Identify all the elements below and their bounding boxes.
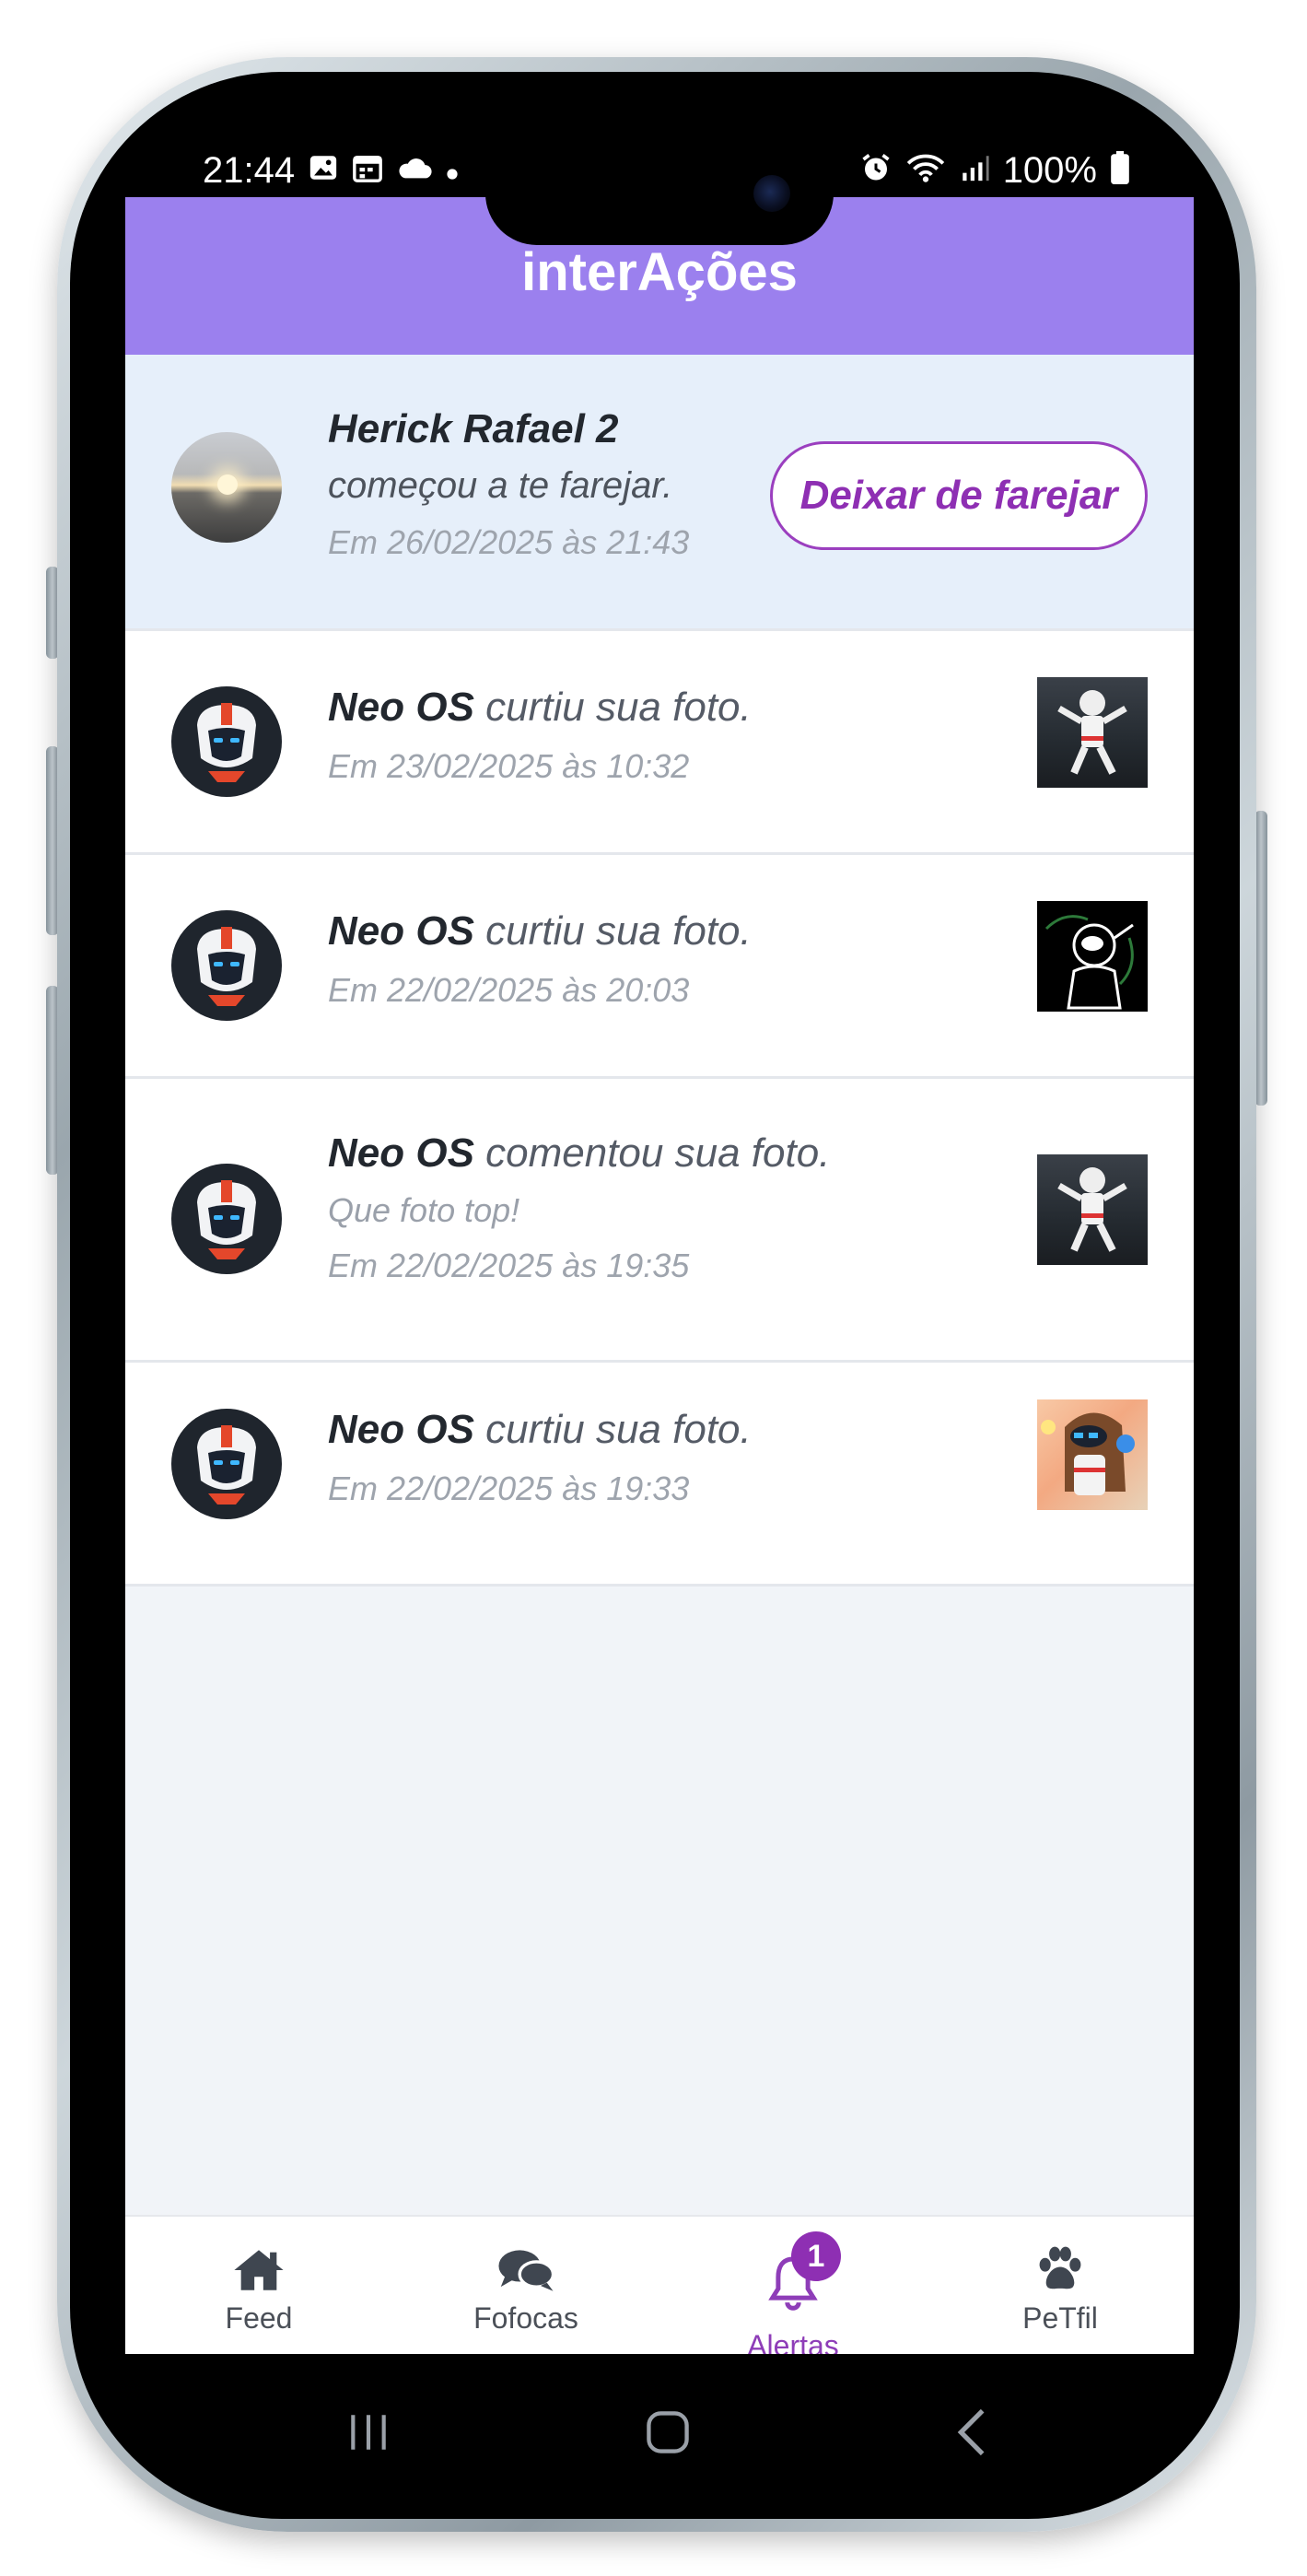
bell-icon: 1 <box>765 2231 841 2311</box>
notification-action: curtiu sua foto. <box>473 908 752 954</box>
power-button <box>1254 811 1267 1106</box>
nav-alertas[interactable]: 1 Alertas <box>659 2217 927 2354</box>
back-button[interactable] <box>939 2395 1004 2469</box>
app-screen: interAções Herick Rafael 2 começou a te … <box>125 197 1194 2354</box>
notification-user[interactable]: Herick Rafael 2 <box>328 406 619 451</box>
photo-thumbnail[interactable] <box>1037 677 1148 788</box>
avatar[interactable] <box>171 1164 282 1274</box>
notification-like[interactable]: Neo OS curtiu sua foto. Em 23/02/2025 às… <box>125 631 1194 855</box>
notification-comment[interactable]: Neo OS comentou sua foto. Que foto top! … <box>125 1079 1194 1363</box>
avatar[interactable] <box>171 910 282 1021</box>
avatar[interactable] <box>171 686 282 797</box>
notification-date: Em 23/02/2025 às 10:32 <box>328 747 690 785</box>
nav-feed-label: Feed <box>225 2301 293 2335</box>
notification-date: Em 22/02/2025 às 19:35 <box>328 1247 690 1284</box>
home-icon <box>232 2244 286 2296</box>
photo-thumbnail[interactable] <box>1037 1154 1148 1265</box>
notification-user[interactable]: Neo OS <box>328 685 474 730</box>
calendar-icon <box>352 152 383 189</box>
notification-like[interactable]: Neo OS curtiu sua foto. Em 22/02/2025 às… <box>125 855 1194 1079</box>
page-title: interAções <box>521 242 798 302</box>
robot-avatar-icon <box>197 927 256 1006</box>
status-time: 21:44 <box>203 149 296 191</box>
status-bar-right: 100% <box>859 147 1130 193</box>
notification-date: Em 26/02/2025 às 21:43 <box>328 523 690 561</box>
bottom-nav: Feed Fofocas 1 Alertas PeTfil <box>125 2215 1194 2354</box>
notification-list: Herick Rafael 2 começou a te farejar. Em… <box>125 355 1194 1587</box>
chat-bubbles-icon <box>496 2244 555 2296</box>
robot-avatar-icon <box>197 1425 256 1505</box>
signal-icon <box>959 152 990 189</box>
notification-badge: 1 <box>791 2231 841 2281</box>
home-button[interactable] <box>636 2395 700 2469</box>
dot-icon <box>446 155 459 186</box>
front-camera <box>753 175 790 212</box>
nav-petfil-label: PeTfil <box>1022 2301 1098 2335</box>
battery-percent: 100% <box>1002 149 1097 191</box>
robot-avatar-icon <box>197 703 256 782</box>
paw-icon <box>1034 2244 1086 2296</box>
nav-alertas-label: Alertas <box>747 2329 839 2354</box>
cloud-icon <box>396 154 433 187</box>
image-icon <box>308 152 339 189</box>
nav-fofocas[interactable]: Fofocas <box>392 2217 659 2354</box>
notification-like[interactable]: Neo OS curtiu sua foto. Em 22/02/2025 às… <box>125 1363 1194 1587</box>
notification-follow[interactable]: Herick Rafael 2 começou a te farejar. Em… <box>125 355 1194 631</box>
notification-date: Em 22/02/2025 às 20:03 <box>328 971 690 1009</box>
nav-feed[interactable]: Feed <box>125 2217 392 2354</box>
wifi-icon <box>905 151 946 190</box>
nav-petfil[interactable]: PeTfil <box>927 2217 1194 2354</box>
alarm-icon <box>859 151 893 190</box>
battery-icon <box>1110 151 1130 190</box>
robot-avatar-icon <box>197 1180 256 1259</box>
notification-action: começou a te farejar. <box>328 465 673 506</box>
recent-apps-button[interactable] <box>341 2395 396 2469</box>
notification-user[interactable]: Neo OS <box>328 908 474 954</box>
nav-fofocas-label: Fofocas <box>473 2301 578 2335</box>
notification-user[interactable]: Neo OS <box>328 1407 474 1452</box>
photo-thumbnail[interactable] <box>1037 901 1148 1012</box>
unfollow-button[interactable]: Deixar de farejar <box>770 441 1148 550</box>
notification-user[interactable]: Neo OS <box>328 1130 474 1176</box>
photo-thumbnail[interactable] <box>1037 1399 1148 1510</box>
avatar[interactable] <box>171 1409 282 1519</box>
comment-text: Que foto top! <box>328 1191 520 1229</box>
notification-action: comentou sua foto. <box>473 1130 831 1176</box>
avatar[interactable] <box>171 432 282 543</box>
notification-date: Em 22/02/2025 às 19:33 <box>328 1469 690 1507</box>
notification-action: curtiu sua foto. <box>473 685 752 730</box>
notification-action: curtiu sua foto. <box>473 1407 752 1452</box>
status-bar-left: 21:44 <box>203 147 459 193</box>
